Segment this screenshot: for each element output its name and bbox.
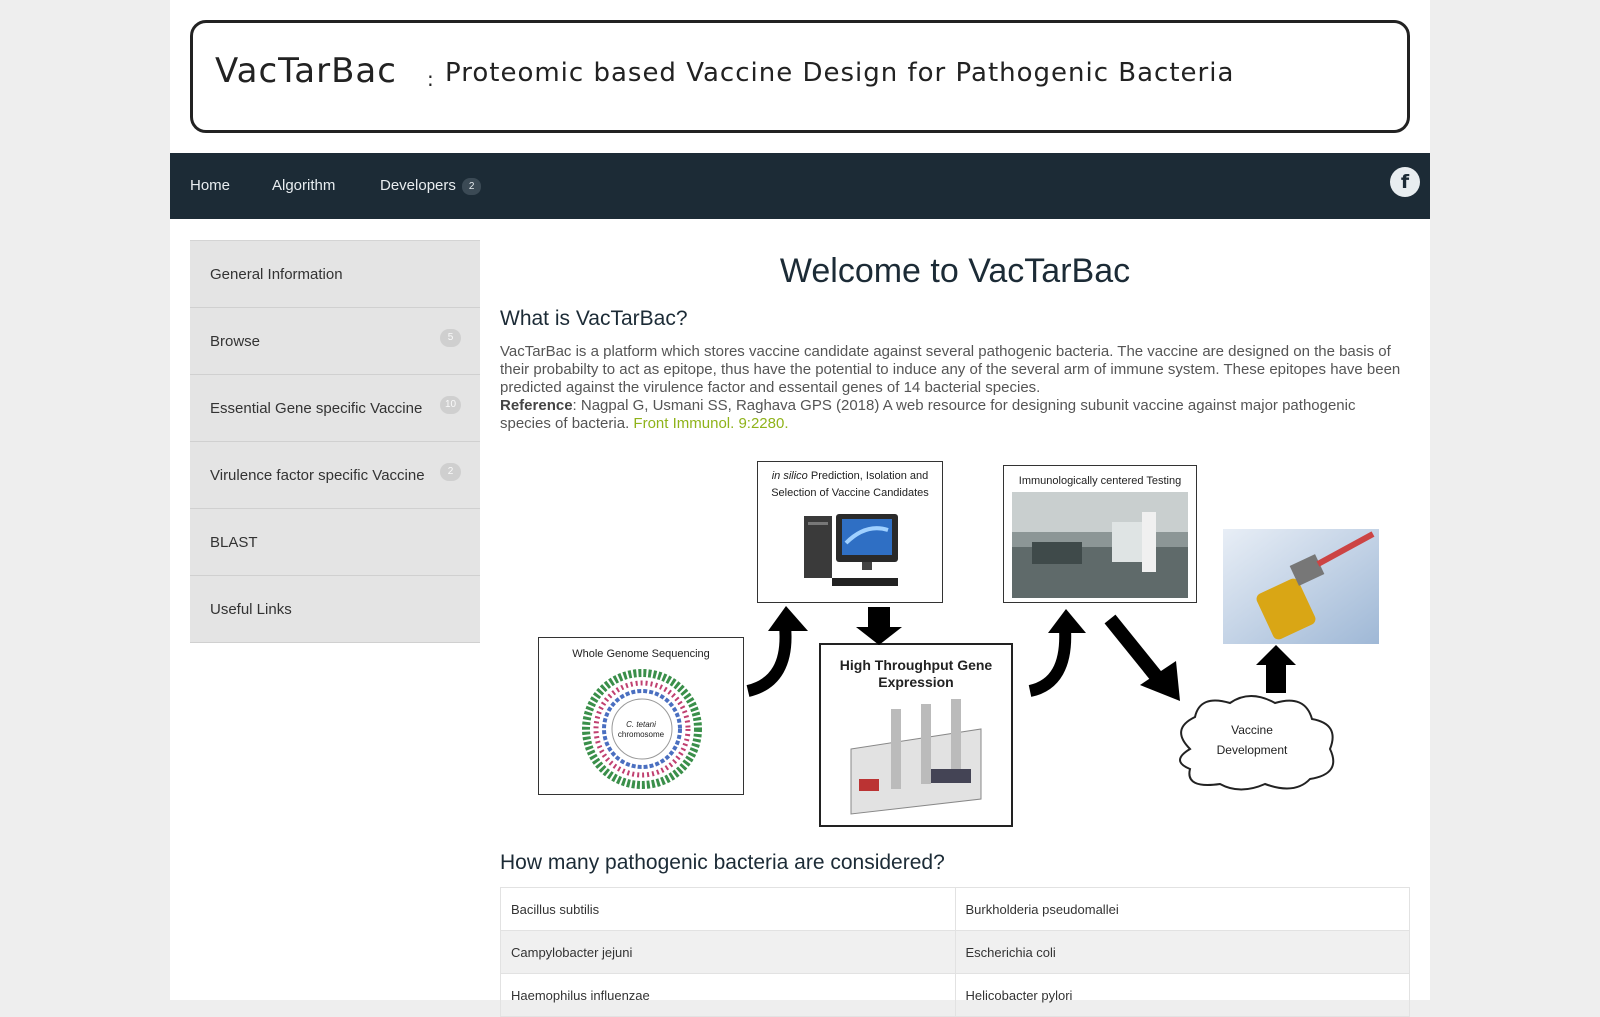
page: VacTarBac : Proteomic based Vaccine Desi… (170, 0, 1430, 1017)
nav-developers[interactable]: Developers 2 (380, 177, 482, 195)
sidebar-item-label: Virulence factor specific Vaccine (210, 467, 425, 484)
facebook-icon[interactable]: f (1390, 167, 1420, 197)
sidebar-count-badge: 5 (440, 329, 461, 347)
species-cell: Haemophilus influenzae (500, 973, 956, 1017)
sidebar-count-badge: 10 (440, 396, 461, 414)
description-paragraph: VacTarBac is a platform which stores vac… (500, 343, 1410, 433)
vaccine-pipeline-diagram: in silico Prediction, Isolation and Sele… (520, 461, 1390, 841)
sidebar-item-general-information[interactable]: General Information (190, 241, 480, 308)
reference-label: Reference (500, 397, 573, 414)
nav-home[interactable]: Home (190, 177, 230, 194)
reference-link[interactable]: Front Immunol. 9:2280. (633, 415, 788, 432)
pipeline-arrows (746, 606, 1296, 701)
species-cell: Campylobacter jejuni (500, 930, 956, 974)
banner-separator: : (427, 67, 434, 91)
species-heading: How many pathogenic bacteria are conside… (500, 851, 945, 874)
species-cell: Bacillus subtilis (500, 887, 956, 931)
description-text: VacTarBac is a platform which stores vac… (500, 343, 1401, 396)
table-row: Bacillus subtilis Burkholderia pseudomal… (500, 887, 1410, 931)
main-content: Welcome to VacTarBac What is VacTarBac? … (500, 240, 1410, 1017)
sidebar-item-browse[interactable]: Browse 5 (190, 308, 480, 375)
sidebar-item-essential-gene-vaccine[interactable]: Essential Gene specific Vaccine 10 (190, 375, 480, 442)
sidebar-item-label: Essential Gene specific Vaccine (210, 400, 423, 417)
reference-text: : Nagpal G, Usmani SS, Raghava GPS (2018… (500, 397, 1356, 432)
banner-title: VacTarBac (215, 51, 397, 91)
table-row: Campylobacter jejuni Escherichia coli (500, 930, 1410, 974)
sidebar-item-virulence-factor-vaccine[interactable]: Virulence factor specific Vaccine 2 (190, 442, 480, 509)
sidebar-item-useful-links[interactable]: Useful Links (190, 576, 480, 643)
species-cell: Burkholderia pseudomallei (954, 887, 1410, 931)
page-title: Welcome to VacTarBac (779, 252, 1131, 290)
sidebar: General Information Browse 5 Essential G… (190, 240, 480, 643)
nav-developers-label: Developers (380, 177, 456, 194)
banner-subtitle: Proteomic based Vaccine Design for Patho… (445, 58, 1235, 88)
site-banner: VacTarBac : Proteomic based Vaccine Desi… (190, 20, 1410, 133)
nav-algorithm[interactable]: Algorithm (272, 177, 335, 194)
sidebar-item-label: BLAST (210, 534, 258, 551)
nav-developers-badge: 2 (461, 177, 482, 195)
species-table: Bacillus subtilis Burkholderia pseudomal… (500, 887, 1410, 1017)
sidebar-item-label: Browse (210, 333, 261, 350)
what-is-heading: What is VacTarBac? (500, 307, 688, 330)
sidebar-item-blast[interactable]: BLAST (190, 509, 480, 576)
species-cell: Escherichia coli (954, 930, 1410, 974)
table-row: Haemophilus influenzae Helicobacter pylo… (500, 973, 1410, 1017)
top-navbar: Home Algorithm Developers 2 f (170, 153, 1430, 219)
sidebar-item-label: General Information (210, 266, 343, 283)
species-cell: Helicobacter pylori (954, 973, 1410, 1017)
sidebar-item-label: Useful Links (210, 601, 292, 618)
sidebar-count-badge: 2 (440, 463, 461, 481)
